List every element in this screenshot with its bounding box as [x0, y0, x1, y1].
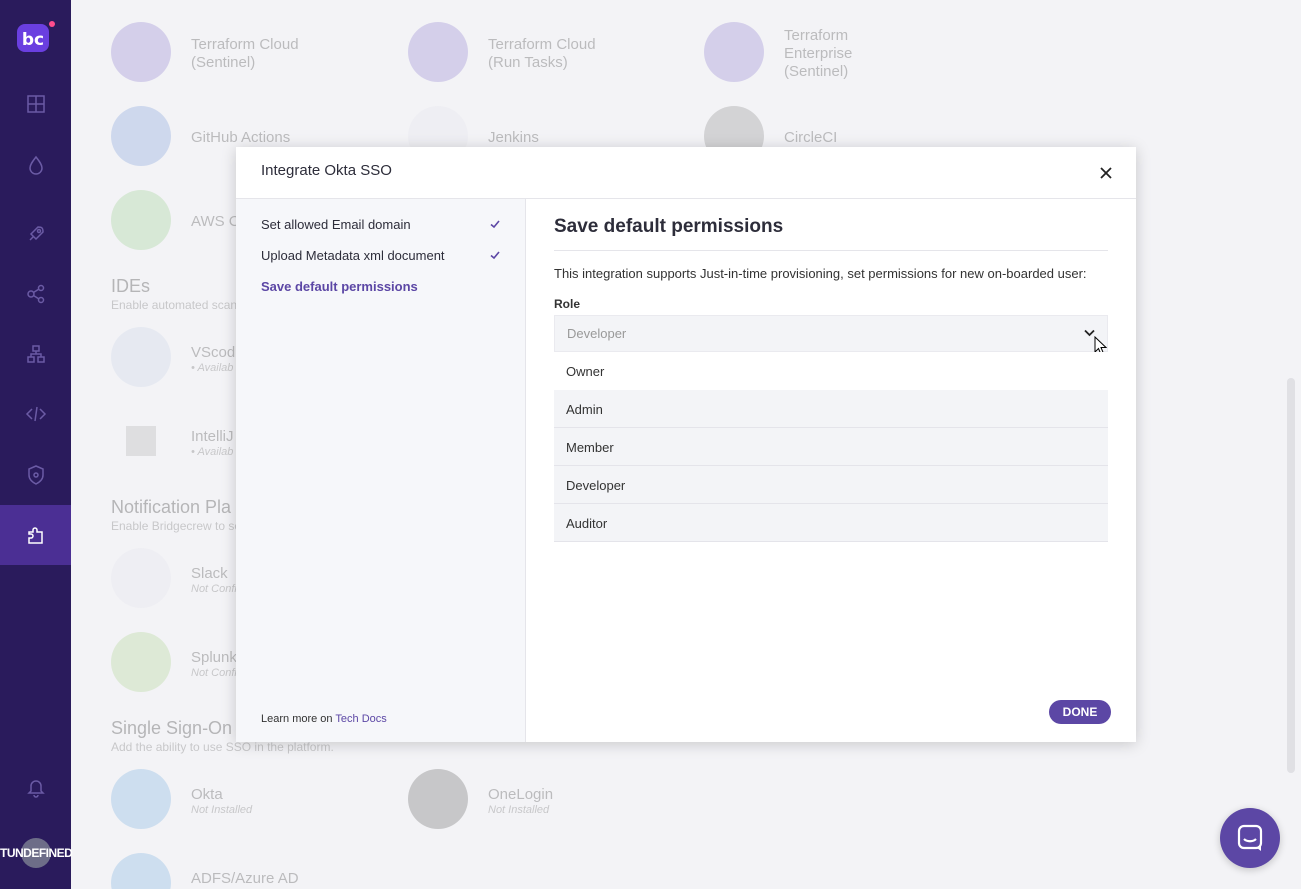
role-select[interactable]: Developer — [554, 315, 1108, 356]
github-actions-icon — [111, 106, 171, 166]
content-title: Save default permissions — [554, 216, 784, 237]
splunk-icon — [111, 632, 171, 692]
okta-icon — [111, 769, 171, 829]
divider — [554, 250, 1108, 251]
integration-status: Not Confi — [191, 583, 237, 595]
role-option-owner[interactable]: Owner — [554, 352, 1108, 390]
security-icon[interactable] — [0, 445, 71, 505]
step-default-permissions[interactable]: Save default permissions — [261, 279, 501, 299]
user-menu[interactable]: TUNDEFINED — [0, 838, 73, 868]
step-upload-metadata[interactable]: Upload Metadata xml document — [261, 248, 501, 268]
deploy-icon[interactable] — [0, 204, 71, 264]
role-option-admin[interactable]: Admin — [554, 390, 1108, 428]
onelogin-icon — [408, 769, 468, 829]
wizard-steps: Set allowed Email domain Upload Metadata… — [236, 199, 526, 742]
integration-status: Not Installed — [488, 804, 550, 816]
dashboard-icon[interactable] — [0, 74, 71, 134]
terraform-icon — [408, 22, 468, 82]
slack-icon — [111, 548, 171, 608]
learn-prefix: Learn more on — [261, 713, 336, 725]
integration-name: Terraform Cloud (Sentinel) — [191, 36, 299, 71]
integration-name: GitHub Actions — [191, 129, 291, 146]
section-description: Add the ability to use SSO in the platfo… — [111, 740, 334, 754]
integration-name: ADFS/Azure AD — [191, 870, 299, 887]
role-select-value: Developer — [567, 326, 627, 341]
okta-sso-modal: Integrate Okta SSO Set allowed Email dom… — [236, 147, 1136, 742]
integration-name: IntelliJ — [191, 428, 234, 445]
role-option-developer[interactable]: Developer — [554, 466, 1108, 504]
intellij-icon — [126, 426, 156, 456]
section-title: Single Sign-On — [111, 718, 233, 738]
sidebar: bc TUNDEFINED — [0, 0, 73, 889]
integration-status: Not Confi — [191, 667, 237, 679]
step-label: Save default permissions — [261, 279, 418, 294]
aws-icon — [111, 190, 171, 250]
modal-title: Integrate Okta SSO — [261, 162, 392, 179]
adfs-icon — [111, 853, 171, 889]
code-icon[interactable] — [0, 384, 71, 444]
role-option-member[interactable]: Member — [554, 428, 1108, 466]
integration-name: AWS C — [191, 213, 240, 230]
integration-name: VScod — [191, 344, 236, 361]
done-button[interactable]: DONE — [1049, 700, 1111, 724]
page-scrollbar[interactable] — [1287, 378, 1295, 773]
terraform-icon — [111, 22, 171, 82]
bell-icon[interactable] — [0, 757, 71, 817]
chat-support-button[interactable] — [1220, 808, 1280, 868]
check-icon — [490, 251, 500, 260]
integration-name: Okta — [191, 786, 223, 803]
close-icon[interactable] — [1098, 165, 1114, 181]
resources-icon[interactable] — [0, 324, 71, 384]
user-label: TUNDEFINED — [0, 846, 73, 860]
check-icon — [490, 220, 500, 229]
step-email-domain[interactable]: Set allowed Email domain — [261, 217, 501, 237]
section-description: Enable automated scan — [111, 298, 238, 312]
integration-name: Terraform Enterprise (Sentinel) — [784, 27, 853, 80]
vscode-icon — [111, 327, 171, 387]
integration-name: Splunk — [191, 649, 237, 666]
incidents-icon[interactable] — [0, 135, 71, 195]
terraform-icon — [704, 22, 764, 82]
section-title: Notification Pla — [111, 497, 232, 517]
step-label: Set allowed Email domain — [261, 217, 411, 232]
step-label: Upload Metadata xml document — [261, 248, 445, 263]
role-options: Owner Admin Member Developer Auditor — [554, 352, 1108, 542]
integration-name: Terraform Cloud (Run Tasks) — [488, 36, 596, 71]
integration-name: Jenkins — [488, 129, 539, 146]
section-description: Enable Bridgecrew to se — [111, 519, 242, 533]
integration-name: OneLogin — [488, 786, 554, 803]
modal-header: Integrate Okta SSO — [236, 147, 1136, 199]
tech-docs-link[interactable]: Tech Docs — [335, 713, 386, 725]
integration-status: • Availab — [191, 446, 234, 458]
integration-status: Not Installed — [191, 804, 253, 816]
role-label: Role — [554, 297, 581, 311]
integration-status: • Availab — [191, 362, 234, 374]
chat-icon — [1237, 824, 1263, 851]
content-description: This integration supports Just-in-time p… — [554, 266, 1087, 281]
role-option-auditor[interactable]: Auditor — [554, 504, 1108, 542]
svg-text:bc: bc — [22, 30, 44, 50]
integration-name: Slack — [191, 565, 228, 582]
bridgecrew-logo[interactable]: bc — [15, 20, 55, 56]
section-title: IDEs — [111, 276, 151, 296]
integration-name: CircleCI — [784, 129, 838, 146]
graph-icon[interactable] — [0, 264, 71, 324]
integrations-icon[interactable] — [0, 505, 71, 565]
learn-more: Learn more on Tech Docs — [261, 713, 387, 725]
